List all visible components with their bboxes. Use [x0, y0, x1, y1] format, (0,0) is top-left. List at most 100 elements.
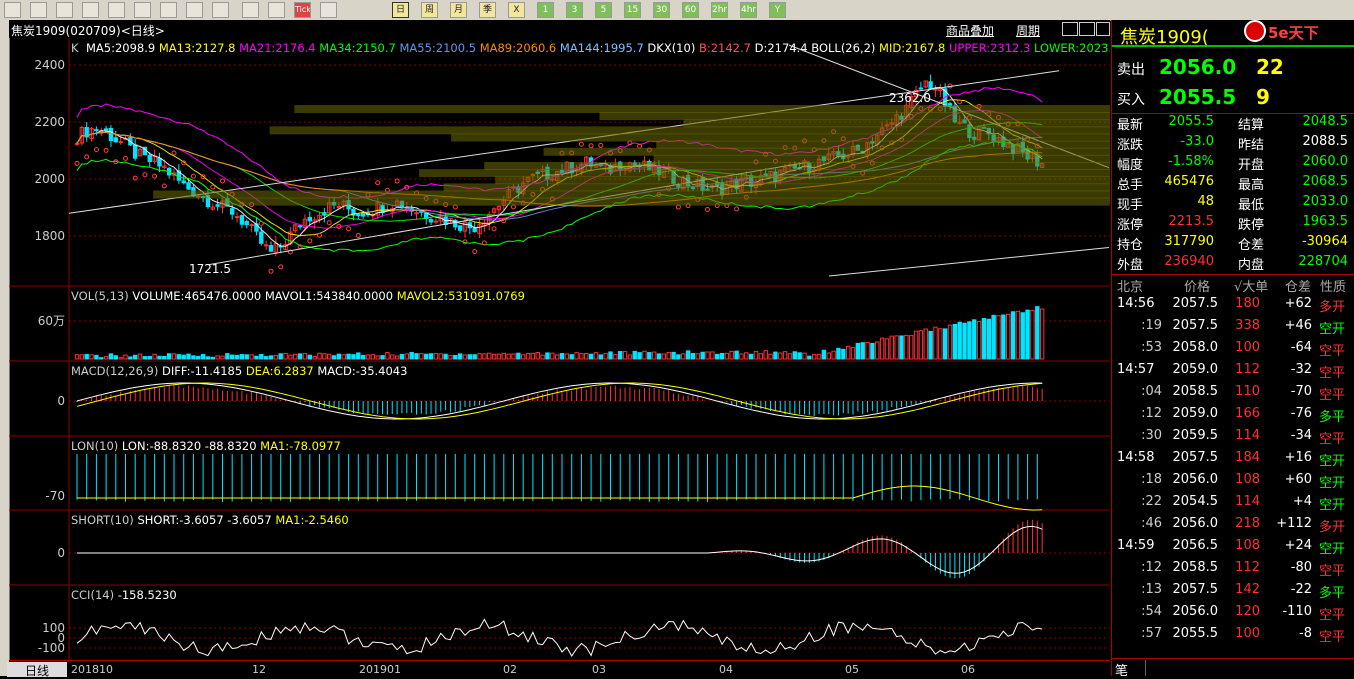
home-icon[interactable]: [4, 2, 21, 18]
stat-row: 现手 48 最低 2033.0: [1112, 194, 1354, 214]
volume-bar: [748, 353, 754, 360]
volume-bar: [482, 353, 487, 360]
period-button[interactable]: 5: [595, 2, 612, 18]
copy-icon[interactable]: [134, 2, 151, 18]
calendar-icon[interactable]: [320, 2, 337, 18]
period-button[interactable]: 日: [392, 2, 409, 18]
volume-bar: [647, 352, 652, 360]
tick-size: 142: [1235, 582, 1260, 597]
zoom-out-icon[interactable]: [108, 2, 125, 18]
legend-item: MA5:2098.9: [86, 41, 155, 55]
legend-item: LON(10): [71, 439, 118, 453]
sar-dot: [190, 173, 196, 179]
volume-profile-bar: [543, 147, 1110, 156]
volume-bar: [288, 354, 293, 360]
tick-diff: -34: [1290, 428, 1312, 443]
period-button[interactable]: X: [508, 2, 525, 18]
tick-size: 108: [1235, 538, 1260, 553]
volume-bar: [133, 354, 138, 360]
volume-bar: [724, 352, 730, 360]
volume-bar: [962, 322, 967, 360]
sar-dot: [258, 220, 264, 226]
k-label: K: [71, 41, 79, 55]
period-label: <日线>: [120, 24, 165, 38]
legend-item: CCI(14): [71, 588, 114, 602]
sar-dot: [394, 178, 400, 184]
tick-nature: 空平: [1319, 432, 1346, 447]
tick-time: :19: [1141, 318, 1162, 333]
sar-dot: [142, 172, 148, 178]
volume-bar: [365, 354, 371, 360]
period-button[interactable]: 月: [450, 2, 467, 18]
buy-qty: 9: [1256, 85, 1270, 109]
sell-label: 卖出: [1117, 62, 1145, 78]
tick-icon[interactable]: Tick: [294, 2, 311, 18]
volume-bar: [506, 353, 511, 360]
volume-bar: [317, 352, 322, 360]
volume-bar: [812, 353, 817, 360]
volume-bar: [230, 354, 235, 360]
lon-ma-line: [77, 485, 1043, 511]
volume-profile-bar: [419, 169, 1110, 178]
legend-item: MA89:2060.6: [476, 41, 556, 55]
period-button[interactable]: Y: [769, 2, 786, 18]
list-icon[interactable]: [242, 2, 259, 18]
layout-icon[interactable]: [1096, 22, 1110, 36]
volume-bar: [399, 354, 405, 360]
volume-bar: [516, 352, 521, 360]
tick-diff: -64: [1290, 340, 1312, 355]
tick-nature: 空平: [1319, 630, 1346, 645]
volume-bar: [807, 355, 812, 360]
period-button[interactable]: 4hr: [740, 2, 757, 18]
period-button[interactable]: 2hr: [711, 2, 728, 18]
period-button[interactable]: 3: [566, 2, 583, 18]
period-button[interactable]: 30: [653, 2, 670, 18]
sell-row[interactable]: 卖出 2056.0 22: [1112, 54, 1354, 82]
back-icon[interactable]: [30, 2, 47, 18]
volume-bar: [991, 314, 996, 360]
ticks-header-price: 价格: [1184, 280, 1211, 295]
tick-size: 100: [1235, 626, 1260, 641]
overlay-link[interactable]: 商品叠加: [946, 22, 994, 39]
footer-tab[interactable]: 笔: [1115, 660, 1146, 679]
volume-bar: [700, 351, 705, 360]
filter-icon[interactable]: [212, 2, 229, 18]
cci-tick-label: -100: [38, 641, 65, 655]
refresh-icon[interactable]: [56, 2, 73, 18]
period-button[interactable]: 季: [479, 2, 496, 18]
period-button[interactable]: 周: [421, 2, 438, 18]
period-button[interactable]: 15: [624, 2, 641, 18]
candle-body: [186, 182, 191, 190]
volume-bar: [496, 353, 502, 360]
volume-profile-bar: [443, 183, 1110, 192]
tick-nature: 多平: [1319, 586, 1346, 601]
period-button[interactable]: 60: [682, 2, 699, 18]
stat-value: 2048.5: [1302, 114, 1349, 129]
prev-icon[interactable]: [1062, 22, 1078, 36]
volume-bar: [787, 353, 793, 360]
volume-bar: [1001, 314, 1006, 360]
buy-row[interactable]: 买入 2055.5 9: [1112, 84, 1354, 112]
tick-diff: -76: [1290, 406, 1312, 421]
period-link[interactable]: 周期: [1016, 22, 1040, 39]
candle-body: [239, 215, 245, 225]
sar-dot: [675, 204, 681, 210]
chart-area[interactable]: K MA5:2098.9 MA13:2127.8 MA21:2176.4 MA34…: [9, 38, 1110, 660]
volume-bar: [99, 357, 104, 360]
tick-price: 2057.5: [1172, 296, 1219, 311]
period-button[interactable]: 1: [537, 2, 554, 18]
next-icon[interactable]: [1079, 22, 1095, 36]
stat-value: 228704: [1298, 254, 1348, 269]
volume-profile-bar: [269, 126, 1110, 135]
zoom-in-icon[interactable]: [82, 2, 99, 18]
legend-item: UPPER:2312.3: [945, 41, 1030, 55]
legend-item: MA34:2150.7: [316, 41, 396, 55]
volume-bar: [831, 350, 836, 360]
bell-icon[interactable]: [186, 2, 203, 18]
chart-icon[interactable]: [268, 2, 285, 18]
candle-body: [234, 216, 240, 219]
stat-label: 跌停: [1238, 218, 1265, 233]
volume-bar: [870, 342, 875, 360]
pen-icon[interactable]: [160, 2, 177, 18]
period-tab[interactable]: 日线: [7, 662, 67, 678]
